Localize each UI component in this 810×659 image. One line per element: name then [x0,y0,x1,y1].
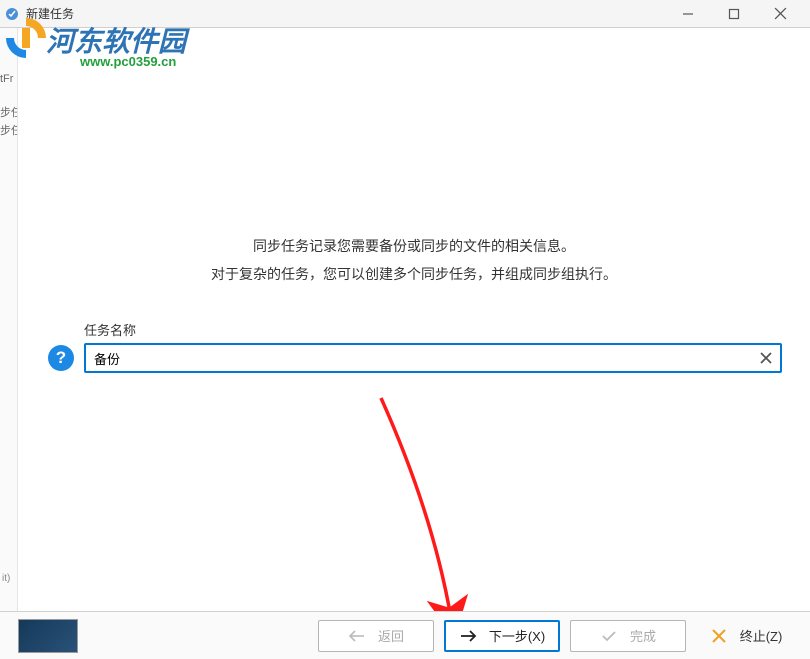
arrow-left-icon [348,630,366,642]
left-strip: tFr 步任 步任 [0,28,18,611]
window-controls [674,4,806,24]
terminate-label: 终止(Z) [740,626,783,645]
wizard-footer: 返回 下一步(X) 完成 终止(Z) [0,611,810,659]
titlebar: 新建任务 [0,0,810,28]
strip-text: it) [2,573,10,584]
next-label: 下一步(X) [489,626,545,645]
annotation-arrow [373,394,493,634]
strip-text: 步任 [0,122,17,140]
close-icon [710,627,728,645]
back-button[interactable]: 返回 [318,620,434,652]
strip-text: 步任 [0,104,17,122]
task-name-input[interactable] [84,343,782,373]
intro-line: 对于复杂的任务，您可以创建多个同步任务，并组成同步组执行。 [18,264,810,284]
intro-text: 同步任务记录您需要备份或同步的文件的相关信息。 对于复杂的任务，您可以创建多个同… [18,28,810,284]
intro-line: 同步任务记录您需要备份或同步的文件的相关信息。 [18,236,810,256]
back-label: 返回 [378,626,404,645]
strip-text: tFr [0,70,17,88]
close-button[interactable] [766,4,794,24]
arrow-right-icon [459,630,477,642]
finish-label: 完成 [630,626,656,645]
app-icon [4,6,20,22]
clear-input-icon[interactable] [756,348,776,368]
window-title: 新建任务 [26,5,74,22]
wizard-content: 同步任务记录您需要备份或同步的文件的相关信息。 对于复杂的任务，您可以创建多个同… [18,28,810,611]
footer-thumbnail [18,619,78,653]
check-icon [600,630,618,642]
minimize-button[interactable] [674,4,702,24]
finish-button[interactable]: 完成 [570,620,686,652]
next-button[interactable]: 下一步(X) [444,620,560,652]
help-icon[interactable]: ? [48,345,74,371]
maximize-button[interactable] [720,4,748,24]
task-name-label: 任务名称 [84,320,782,339]
terminate-button[interactable]: 终止(Z) [696,620,796,652]
task-name-row: ? 任务名称 [48,320,782,373]
